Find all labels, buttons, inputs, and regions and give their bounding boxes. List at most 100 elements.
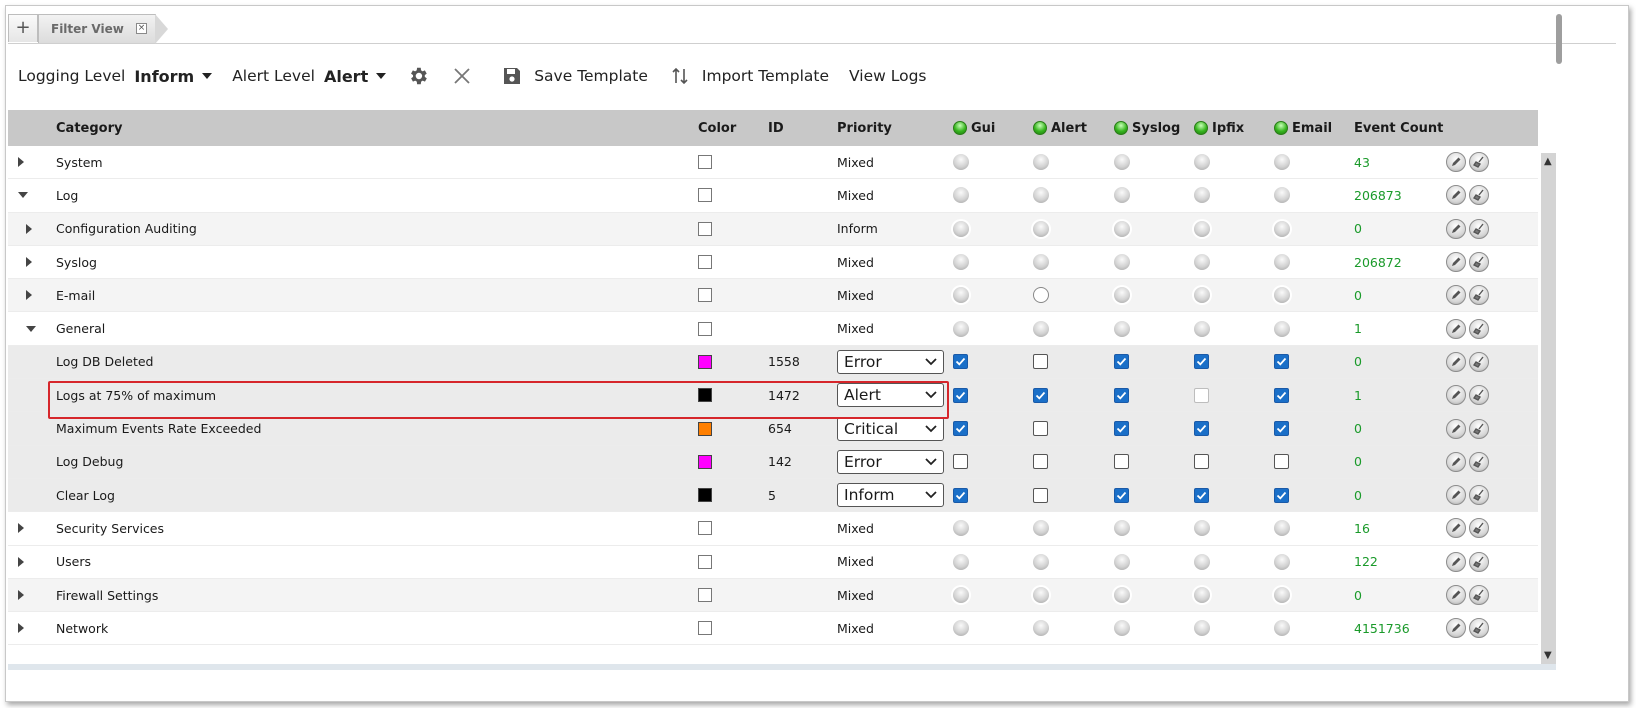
color-swatch[interactable] bbox=[698, 179, 712, 211]
color-swatch[interactable] bbox=[698, 412, 712, 444]
column-header-event-count[interactable]: Event Count bbox=[1354, 110, 1443, 146]
email-checkbox[interactable] bbox=[1274, 346, 1289, 378]
syslog-checkbox[interactable] bbox=[1114, 479, 1129, 511]
expand-arrow-icon[interactable] bbox=[18, 512, 38, 544]
email-checkbox[interactable] bbox=[1274, 379, 1289, 411]
email-status-led[interactable] bbox=[1274, 213, 1290, 245]
ipfix-checkbox[interactable] bbox=[1194, 412, 1209, 444]
ipfix-status-led[interactable] bbox=[1194, 612, 1210, 644]
gui-status-led[interactable] bbox=[953, 312, 969, 344]
alert-status-led[interactable] bbox=[1033, 579, 1049, 611]
broom-icon[interactable] bbox=[1469, 485, 1489, 506]
color-swatch[interactable] bbox=[698, 279, 712, 311]
ipfix-checkbox[interactable] bbox=[1194, 446, 1209, 478]
close-icon[interactable] bbox=[450, 64, 474, 88]
expand-arrow-icon[interactable] bbox=[26, 279, 46, 311]
pencil-icon[interactable] bbox=[1446, 518, 1466, 539]
table-row[interactable]: Firewall Settings Mixed 0 bbox=[8, 578, 1538, 613]
alert-checkbox[interactable] bbox=[1033, 346, 1048, 378]
table-row[interactable]: Security Services Mixed 16 bbox=[8, 512, 1538, 546]
broom-icon[interactable] bbox=[1469, 585, 1489, 605]
table-row[interactable]: Maximum Events Rate Exceeded 654 Critical 0 bbox=[8, 412, 1538, 446]
alert-status-led[interactable] bbox=[1033, 146, 1049, 178]
broom-icon[interactable] bbox=[1469, 518, 1489, 539]
gui-status-led[interactable] bbox=[953, 179, 969, 211]
view-logs-link[interactable]: View Logs bbox=[849, 67, 926, 85]
email-status-led[interactable] bbox=[1274, 546, 1290, 578]
email-status-led[interactable] bbox=[1274, 612, 1290, 644]
syslog-checkbox[interactable] bbox=[1114, 346, 1129, 378]
alert-status-led[interactable] bbox=[1033, 546, 1049, 578]
syslog-status-led[interactable] bbox=[1114, 146, 1130, 178]
color-swatch[interactable] bbox=[698, 546, 712, 578]
broom-icon[interactable] bbox=[1469, 618, 1489, 639]
color-swatch[interactable] bbox=[698, 479, 712, 511]
alert-status-led[interactable] bbox=[1033, 213, 1049, 245]
email-status-led[interactable] bbox=[1274, 279, 1290, 311]
broom-icon[interactable] bbox=[1469, 318, 1489, 339]
column-header-ipfix[interactable]: Ipfix bbox=[1194, 110, 1244, 146]
table-row[interactable]: Network Mixed 4151736 bbox=[8, 612, 1538, 646]
gui-checkbox[interactable] bbox=[953, 446, 968, 478]
email-status-led[interactable] bbox=[1274, 579, 1290, 611]
gui-status-led[interactable] bbox=[953, 512, 969, 544]
priority-select[interactable]: Alert bbox=[837, 379, 944, 411]
color-swatch[interactable] bbox=[698, 612, 712, 644]
ipfix-checkbox[interactable] bbox=[1194, 479, 1209, 511]
save-template-button[interactable]: Save Template bbox=[500, 64, 648, 88]
table-scrollbar[interactable] bbox=[1541, 153, 1556, 665]
horizontal-scrollbar[interactable] bbox=[8, 664, 1556, 670]
ipfix-status-led[interactable] bbox=[1194, 246, 1210, 278]
alert-checkbox[interactable] bbox=[1033, 479, 1048, 511]
broom-icon[interactable] bbox=[1469, 351, 1489, 372]
table-row[interactable]: General Mixed 1 bbox=[8, 312, 1538, 346]
gui-status-led[interactable] bbox=[953, 546, 969, 578]
pencil-icon[interactable] bbox=[1446, 252, 1466, 273]
alert-status-led[interactable] bbox=[1033, 512, 1049, 544]
email-checkbox[interactable] bbox=[1274, 479, 1289, 511]
pencil-icon[interactable] bbox=[1446, 385, 1466, 406]
syslog-status-led[interactable] bbox=[1114, 213, 1130, 245]
ipfix-status-led[interactable] bbox=[1194, 146, 1210, 178]
gui-status-led[interactable] bbox=[953, 579, 969, 611]
broom-icon[interactable] bbox=[1469, 218, 1489, 239]
broom-icon[interactable] bbox=[1469, 451, 1489, 472]
pencil-icon[interactable] bbox=[1446, 152, 1466, 173]
alert-status-led[interactable] bbox=[1033, 312, 1049, 344]
gui-status-led[interactable] bbox=[953, 146, 969, 178]
table-row[interactable]: Log Mixed 206873 bbox=[8, 179, 1538, 213]
pencil-icon[interactable] bbox=[1446, 485, 1466, 506]
ipfix-status-led[interactable] bbox=[1194, 279, 1210, 311]
color-swatch[interactable] bbox=[698, 312, 712, 344]
priority-select[interactable]: Error bbox=[837, 446, 944, 478]
column-header-syslog[interactable]: Syslog bbox=[1114, 110, 1180, 146]
table-row[interactable]: Log Debug 142 Error 0 bbox=[8, 445, 1538, 479]
email-status-led[interactable] bbox=[1274, 512, 1290, 544]
pencil-icon[interactable] bbox=[1446, 318, 1466, 339]
column-header-alert[interactable]: Alert bbox=[1033, 110, 1087, 146]
scroll-up-icon[interactable]: ▲ bbox=[1544, 156, 1552, 167]
ipfix-status-led[interactable] bbox=[1194, 512, 1210, 544]
gui-checkbox[interactable] bbox=[953, 379, 968, 411]
gui-status-led[interactable] bbox=[953, 213, 969, 245]
table-row[interactable]: Clear Log 5 Inform 0 bbox=[8, 478, 1538, 513]
broom-icon[interactable] bbox=[1469, 252, 1489, 273]
pencil-icon[interactable] bbox=[1446, 618, 1466, 639]
broom-icon[interactable] bbox=[1469, 285, 1489, 306]
alert-level-dropdown[interactable]: Alert Level Alert bbox=[232, 67, 387, 86]
color-swatch[interactable] bbox=[698, 446, 712, 478]
ipfix-status-led[interactable] bbox=[1194, 179, 1210, 211]
column-header-color[interactable]: Color bbox=[698, 110, 736, 146]
syslog-checkbox[interactable] bbox=[1114, 379, 1129, 411]
alert-checkbox[interactable] bbox=[1033, 446, 1048, 478]
syslog-status-led[interactable] bbox=[1114, 512, 1130, 544]
broom-icon[interactable] bbox=[1469, 385, 1489, 406]
expand-arrow-icon[interactable] bbox=[26, 213, 46, 245]
collapse-arrow-icon[interactable] bbox=[26, 312, 46, 344]
email-checkbox[interactable] bbox=[1274, 446, 1289, 478]
table-row[interactable]: Logs at 75% of maximum 1472 Alert 1 bbox=[8, 379, 1538, 413]
broom-icon[interactable] bbox=[1469, 418, 1489, 439]
syslog-status-led[interactable] bbox=[1114, 579, 1130, 611]
email-checkbox[interactable] bbox=[1274, 412, 1289, 444]
broom-icon[interactable] bbox=[1469, 185, 1489, 206]
